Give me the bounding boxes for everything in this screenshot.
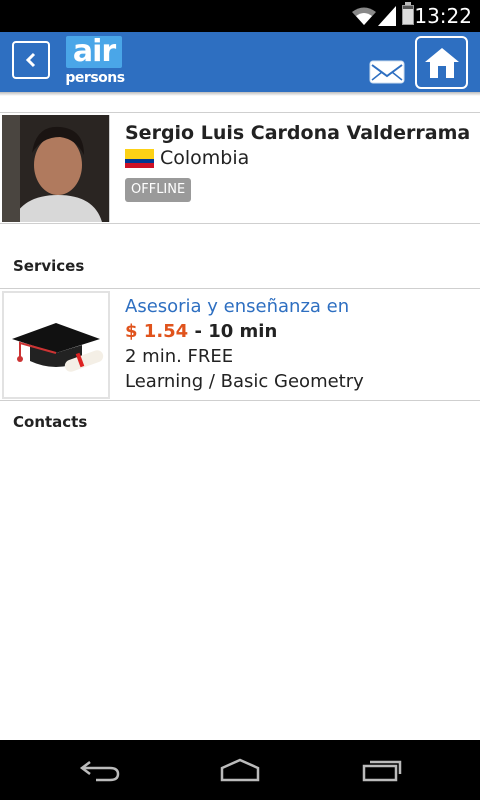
avatar[interactable] — [2, 115, 110, 222]
service-free-time: 2 min. FREE — [125, 346, 234, 367]
app-bar-shadow — [0, 92, 480, 96]
cell-signal-icon — [378, 6, 396, 26]
profile-country: Colombia — [160, 147, 250, 169]
back-arrow-icon — [25, 52, 36, 68]
profile-photo — [2, 115, 109, 222]
logo-air: air — [66, 36, 122, 68]
service-price-row: $ 1.54 - 10 min — [125, 321, 277, 342]
app-logo[interactable]: air persons — [64, 36, 126, 88]
nav-home-button[interactable] — [210, 754, 270, 786]
nav-back-icon — [79, 761, 120, 782]
system-nav-bar — [0, 740, 480, 800]
logo-persons: persons — [65, 70, 125, 86]
contacts-heading: Contacts — [13, 413, 88, 431]
mail-icon — [369, 60, 405, 84]
home-button[interactable] — [415, 36, 468, 89]
status-badge: OFFLINE — [125, 178, 192, 202]
app-bar: air persons — [0, 32, 480, 92]
nav-recents-icon — [362, 760, 402, 782]
home-icon — [424, 47, 459, 78]
wifi-icon — [352, 7, 376, 25]
nav-home-icon — [220, 758, 260, 782]
profile-card: Sergio Luis Cardona Valderrama Colombia … — [0, 112, 480, 224]
service-title[interactable]: Asesoria y enseñanza en — [125, 296, 349, 317]
status-bar: 13:22 — [0, 0, 480, 32]
colombia-flag-icon — [125, 149, 154, 168]
nav-back-button[interactable] — [70, 754, 130, 786]
service-category: Learning / Basic Geometry — [125, 371, 364, 392]
graduation-cap-icon — [12, 323, 104, 372]
back-button[interactable] — [12, 41, 50, 79]
service-item[interactable]: Asesoria y enseñanza en $ 1.54 - 10 min … — [0, 288, 480, 401]
messages-button[interactable] — [369, 60, 405, 84]
profile-name: Sergio Luis Cardona Valderrama — [125, 122, 471, 144]
services-heading: Services — [13, 257, 85, 275]
nav-recents-button[interactable] — [352, 754, 412, 786]
clock: 13:22 — [414, 4, 472, 28]
service-thumbnail — [2, 291, 110, 399]
service-duration: - 10 min — [194, 321, 278, 342]
service-price: $ 1.54 — [125, 321, 189, 342]
battery-icon — [402, 2, 414, 25]
